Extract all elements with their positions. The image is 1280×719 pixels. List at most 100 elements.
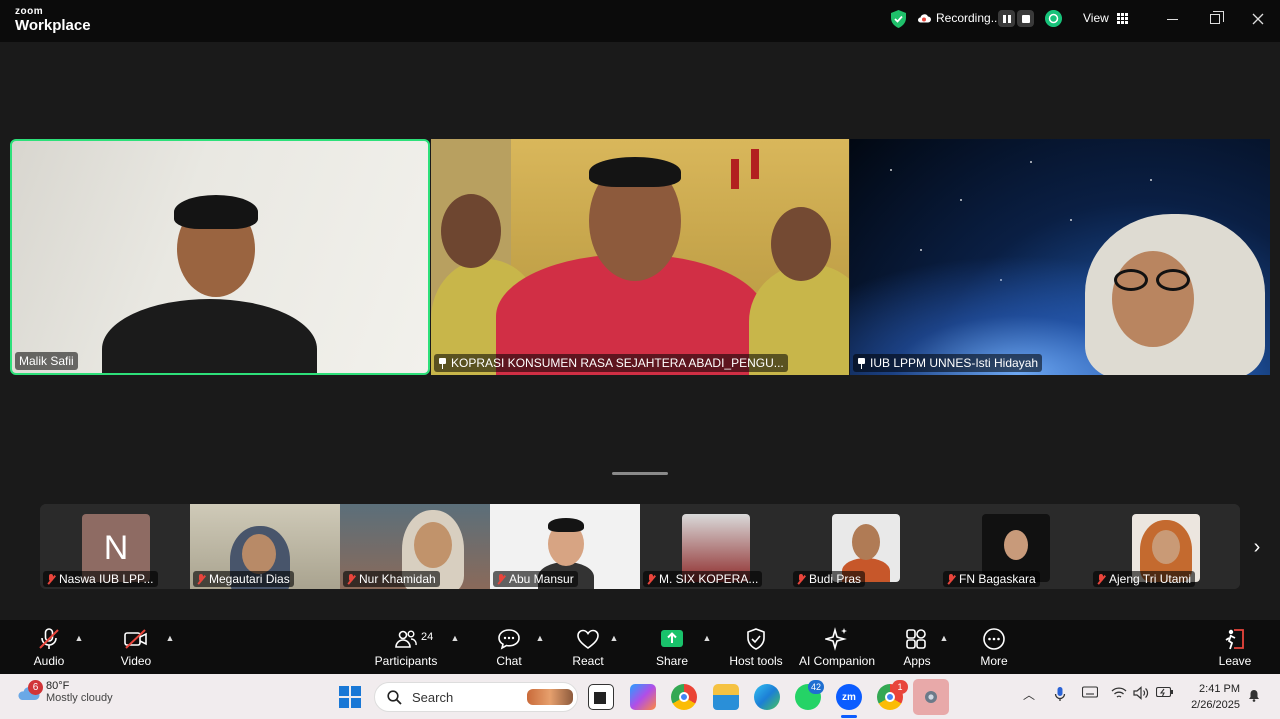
chrome-icon[interactable] <box>671 684 697 710</box>
mic-muted-icon <box>797 573 805 585</box>
wall-decor <box>751 149 759 179</box>
audio-options-chevron-icon[interactable]: ▲ <box>73 632 85 644</box>
tile-name-label: IUB LPPM UNNES-Isti Hidayah <box>853 354 1043 372</box>
gallery-resize-handle[interactable] <box>612 472 668 475</box>
video-tile-malik-safii[interactable]: Malik Safii <box>10 139 430 375</box>
close-button[interactable] <box>1247 8 1269 30</box>
host-tools-button[interactable]: Host tools <box>728 626 784 670</box>
notification-bell-icon[interactable] <box>1247 688 1261 702</box>
microphone-icon[interactable] <box>1054 686 1066 702</box>
thumbnail-label: FN Bagaskara <box>943 571 1040 587</box>
task-view-icon[interactable] <box>588 684 614 710</box>
recording-label: Recording... <box>936 11 1001 25</box>
pin-icon <box>857 357 866 369</box>
sparkle-icon <box>824 626 850 652</box>
folder-front <box>713 695 739 710</box>
thumbnail-naswa[interactable]: N Naswa IUB LPP... <box>40 504 190 589</box>
mic-muted-icon <box>36 626 62 652</box>
clock-date: 2/26/2025 <box>1191 699 1240 711</box>
task-view-glyph <box>594 692 606 704</box>
zoom-meeting-window: zoom Workplace Recording... View Malik S… <box>0 0 1280 719</box>
edge-icon[interactable] <box>754 684 780 710</box>
ai-companion-button[interactable]: AI Companion <box>799 626 875 670</box>
recording-indicator: Recording... <box>917 11 1001 25</box>
more-button[interactable]: More <box>979 626 1009 670</box>
restore-button[interactable] <box>1204 8 1226 30</box>
weather-description: Mostly cloudy <box>46 692 113 704</box>
thumbnail-abu-mansur[interactable]: Abu Mansur <box>490 504 640 589</box>
mic-muted-icon <box>647 573 655 585</box>
copilot-icon[interactable] <box>630 684 656 710</box>
apps-options-chevron-icon[interactable]: ▲ <box>938 632 950 644</box>
apps-button[interactable]: Apps <box>902 626 932 670</box>
participant-name: FN Bagaskara <box>959 572 1036 586</box>
participant-name: Megautari Dias <box>209 572 290 586</box>
share-options-chevron-icon[interactable]: ▲ <box>701 632 713 644</box>
share-label: Share <box>655 654 689 668</box>
leave-icon <box>1222 626 1248 652</box>
thumbnail-label: Megautari Dias <box>193 571 294 587</box>
close-icon <box>1252 13 1264 25</box>
volume-icon[interactable] <box>1133 686 1149 700</box>
file-explorer-icon[interactable] <box>713 684 739 710</box>
thumbnail-nur-khamidah[interactable]: Nur Khamidah <box>340 504 490 589</box>
leave-button[interactable]: Leave <box>1218 626 1252 670</box>
participants-label: Participants <box>374 654 438 668</box>
next-page-chevron-icon[interactable]: › <box>1246 534 1268 560</box>
participant-name: Abu Mansur <box>509 572 574 586</box>
participants-count: 24 <box>421 631 434 643</box>
pause-recording-button[interactable] <box>998 10 1015 27</box>
video-button[interactable]: Video <box>118 626 154 670</box>
participant-hair <box>548 518 584 532</box>
video-off-icon <box>123 626 149 652</box>
apps-label: Apps <box>903 654 931 668</box>
windows-start-button[interactable] <box>339 686 361 708</box>
react-options-chevron-icon[interactable]: ▲ <box>608 632 620 644</box>
chat-button[interactable]: Chat <box>494 626 524 670</box>
video-tile-koprasi[interactable]: KOPRASI KONSUMEN RASA SEJAHTERA ABADI_PE… <box>431 139 849 375</box>
participant-name: KOPRASI KONSUMEN RASA SEJAHTERA ABADI_PE… <box>451 356 784 370</box>
system-clock[interactable]: 2:41 PM 2/26/2025 <box>1184 681 1240 713</box>
chat-options-chevron-icon[interactable]: ▲ <box>534 632 546 644</box>
wifi-icon[interactable] <box>1111 686 1127 700</box>
active-app-indicator <box>841 715 857 718</box>
thumbnail-megautari[interactable]: Megautari Dias <box>190 504 340 589</box>
minimize-button[interactable] <box>1161 8 1183 30</box>
mic-muted-icon <box>1097 573 1105 585</box>
participant-thumbnail-strip: N Naswa IUB LPP... Megautari Dias Nur Kh… <box>40 504 1240 589</box>
react-button[interactable]: React <box>572 626 604 670</box>
thumbnail-label: M. SIX KOPERA... <box>643 571 763 587</box>
ai-companion-status-icon[interactable] <box>1045 10 1062 27</box>
view-button[interactable]: View <box>1083 11 1128 25</box>
logo-top-text: zoom <box>15 6 44 17</box>
search-highlight-image <box>527 689 573 705</box>
participants-options-chevron-icon[interactable]: ▲ <box>449 632 461 644</box>
video-tile-isti-hidayah[interactable]: IUB LPPM UNNES-Isti Hidayah <box>850 139 1270 375</box>
thumbnail-budi-pras[interactable]: Budi Pras <box>790 504 940 589</box>
apps-icon <box>904 626 930 652</box>
thumbnail-m-six[interactable]: M. SIX KOPERA... <box>640 504 790 589</box>
security-shield-icon[interactable] <box>890 10 907 28</box>
stop-recording-button[interactable] <box>1017 10 1034 27</box>
thumbnail-fn-bagaskara[interactable]: FN Bagaskara <box>940 504 1090 589</box>
more-label: More <box>980 654 1008 668</box>
thumbnail-ajeng[interactable]: Ajeng Tri Utami <box>1090 504 1240 589</box>
keyboard-icon[interactable] <box>1082 686 1098 698</box>
view-label: View <box>1083 11 1109 25</box>
chrome-center <box>679 692 689 702</box>
share-button[interactable]: Share <box>656 626 688 670</box>
video-options-chevron-icon[interactable]: ▲ <box>164 632 176 644</box>
tray-overflow-chevron-icon[interactable]: ︿ <box>1023 686 1035 703</box>
audio-button[interactable]: Audio <box>31 626 67 670</box>
host-tools-shield-icon <box>743 626 769 652</box>
taskbar-search-box[interactable]: Search <box>374 682 578 712</box>
cloud-record-icon <box>918 14 931 23</box>
settings-app-tile[interactable] <box>913 679 949 715</box>
participant-hair <box>589 157 681 187</box>
zoom-app-icon[interactable]: zm <box>836 684 862 710</box>
participant-name: Naswa IUB LPP... <box>59 572 154 586</box>
thumbnail-label: Abu Mansur <box>493 571 578 587</box>
battery-charging-icon[interactable] <box>1156 686 1174 698</box>
ai-companion-label: AI Companion <box>798 654 876 668</box>
tile-name-label: Malik Safii <box>15 352 78 370</box>
